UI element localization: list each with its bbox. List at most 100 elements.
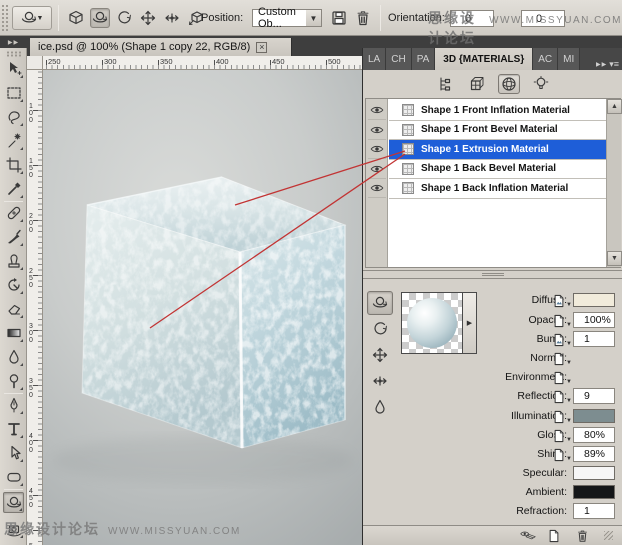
- material-row[interactable]: Shape 1 Back Inflation Material: [389, 179, 606, 199]
- options-bar-grip[interactable]: [1, 4, 8, 32]
- orientation-x-field[interactable]: [450, 10, 494, 27]
- new-texture-icon[interactable]: ▼: [553, 389, 573, 404]
- chevron-down-icon: ▼: [566, 437, 572, 443]
- new-texture-icon[interactable]: ▼: [553, 447, 573, 462]
- tool-brush[interactable]: [3, 226, 24, 247]
- options-tool-3d-slide[interactable]: [162, 8, 182, 28]
- tab-mini-bridge[interactable]: MI: [558, 48, 581, 70]
- horizontal-ruler[interactable]: 250 300 350 400 450 500: [43, 56, 362, 70]
- tool-eyedropper[interactable]: [3, 178, 24, 199]
- filter-whole-scene-icon[interactable]: [434, 74, 456, 94]
- materials-panel: LA CH PA 3D {MATERIALS} AC MI ▶▶ ▾≡ Shap…: [362, 48, 622, 545]
- material-row[interactable]: Shape 1 Front Inflation Material: [389, 101, 606, 121]
- delete-position-button[interactable]: [354, 9, 372, 27]
- canvas[interactable]: [43, 70, 362, 545]
- new-texture-icon[interactable]: ▼: [553, 370, 573, 385]
- ruler-number: 3 0 0: [29, 323, 33, 344]
- filter-lights-icon[interactable]: [530, 74, 552, 94]
- document-tab-ice[interactable]: ice.psd @ 100% (Shape 1 copy 22, RGB/8) …: [30, 38, 292, 56]
- tool-clone-stamp[interactable]: [3, 250, 24, 271]
- property-label: Diffuse:: [531, 294, 567, 306]
- new-item-icon[interactable]: [548, 529, 564, 543]
- tool-move[interactable]: [3, 58, 24, 79]
- tool-blur[interactable]: [3, 346, 24, 367]
- tool-rounded-rectangle[interactable]: [3, 466, 24, 487]
- property-value-field[interactable]: [573, 331, 615, 347]
- property-color-swatch[interactable]: [573, 466, 615, 480]
- resize-grip[interactable]: [604, 531, 613, 540]
- filter-materials-icon[interactable]: [498, 74, 520, 94]
- options-tool-3d-rotate[interactable]: [90, 8, 110, 28]
- expand-panels-icon[interactable]: ▶▶: [596, 61, 607, 68]
- tool-dodge[interactable]: [3, 370, 24, 391]
- orientation-y-field[interactable]: [521, 10, 565, 27]
- property-label: Gloss:: [537, 429, 567, 441]
- tool-crop[interactable]: [3, 154, 24, 175]
- property-label: Environment:: [505, 371, 567, 383]
- tool-magic-wand[interactable]: [3, 130, 24, 151]
- property-row: Opacity:▼: [363, 312, 622, 329]
- filter-meshes-icon[interactable]: [466, 74, 488, 94]
- property-value-field[interactable]: [573, 312, 615, 328]
- scroll-up-icon[interactable]: ▲: [607, 99, 622, 114]
- tab-channels[interactable]: CH: [386, 48, 412, 70]
- material-row[interactable]: Shape 1 Front Bevel Material: [389, 120, 606, 140]
- toolbar-separator: [4, 489, 23, 490]
- tool-preset-picker[interactable]: ▼: [12, 6, 52, 30]
- visibility-eye-icon[interactable]: [368, 160, 386, 179]
- materials-scrollbar[interactable]: ▲ ▼: [606, 99, 622, 267]
- tool-pen[interactable]: [3, 394, 24, 415]
- toggle-texture-visibility-icon[interactable]: [520, 529, 536, 543]
- visibility-eye-icon[interactable]: [368, 179, 386, 198]
- tool-rectangular-marquee[interactable]: [3, 82, 24, 103]
- tab-actions[interactable]: AC: [533, 48, 559, 70]
- visibility-eye-icon[interactable]: [368, 101, 386, 120]
- collapse-toolbar-icon[interactable]: ▶▶: [0, 36, 27, 48]
- material-row[interactable]: Shape 1 Extrusion Material: [389, 140, 606, 160]
- panel-splitter[interactable]: [363, 270, 622, 279]
- options-tool-3d-pan[interactable]: [138, 8, 158, 28]
- scroll-down-icon[interactable]: ▼: [607, 251, 622, 266]
- tool-type[interactable]: [3, 418, 24, 439]
- tool-3d-object-rotate[interactable]: [3, 492, 24, 513]
- texture-assigned-icon[interactable]: ▼: [553, 332, 573, 347]
- tool-lasso[interactable]: [3, 106, 24, 127]
- tab-3d-materials[interactable]: 3D {MATERIALS}: [435, 48, 534, 70]
- new-texture-icon[interactable]: ▼: [553, 351, 573, 366]
- options-tool-return-home[interactable]: [66, 8, 86, 28]
- tool-history-brush[interactable]: [3, 274, 24, 295]
- vertical-ruler[interactable]: 1 0 0 1 5 0 2 0 0 2 5 0 3 0 0 3 5 0 4 0 0 4 5 0…: [27, 70, 43, 545]
- toolbar-grip[interactable]: [6, 51, 21, 57]
- property-value-field[interactable]: [573, 446, 615, 462]
- close-icon[interactable]: ×: [256, 41, 268, 53]
- property-row: Ambient:: [363, 484, 622, 501]
- 3d-filter-bar: [363, 70, 622, 98]
- property-value-field[interactable]: [573, 427, 615, 443]
- save-position-button[interactable]: [330, 9, 348, 27]
- property-value-field[interactable]: [573, 503, 615, 519]
- texture-assigned-icon[interactable]: ▼: [553, 293, 573, 308]
- tool-path-selection[interactable]: [3, 442, 24, 463]
- tab-layers[interactable]: LA: [363, 48, 387, 70]
- position-select-arrow[interactable]: ▼: [306, 9, 322, 27]
- new-texture-icon[interactable]: ▼: [553, 409, 573, 424]
- new-texture-icon[interactable]: ▼: [553, 313, 573, 328]
- property-value-field[interactable]: [573, 388, 615, 404]
- property-color-swatch[interactable]: [573, 293, 615, 307]
- options-tool-3d-roll[interactable]: [114, 8, 134, 28]
- tool-eraser[interactable]: [3, 298, 24, 319]
- tool-healing-brush[interactable]: [3, 202, 24, 223]
- toolbar-separator: [4, 393, 23, 394]
- property-color-swatch[interactable]: [573, 409, 615, 423]
- material-row[interactable]: Shape 1 Back Bevel Material: [389, 159, 606, 179]
- visibility-eye-icon[interactable]: [368, 121, 386, 140]
- property-color-swatch[interactable]: [573, 485, 615, 499]
- tab-paths[interactable]: PA: [411, 48, 436, 70]
- tool-3d-camera-rotate[interactable]: [3, 518, 24, 539]
- panel-menu-icon[interactable]: ▾≡: [609, 59, 619, 70]
- tool-gradient[interactable]: [3, 322, 24, 343]
- property-row: Environment: ▼: [363, 369, 622, 386]
- trash-icon[interactable]: [576, 529, 592, 543]
- visibility-eye-icon[interactable]: [368, 140, 386, 159]
- new-texture-icon[interactable]: ▼: [553, 428, 573, 443]
